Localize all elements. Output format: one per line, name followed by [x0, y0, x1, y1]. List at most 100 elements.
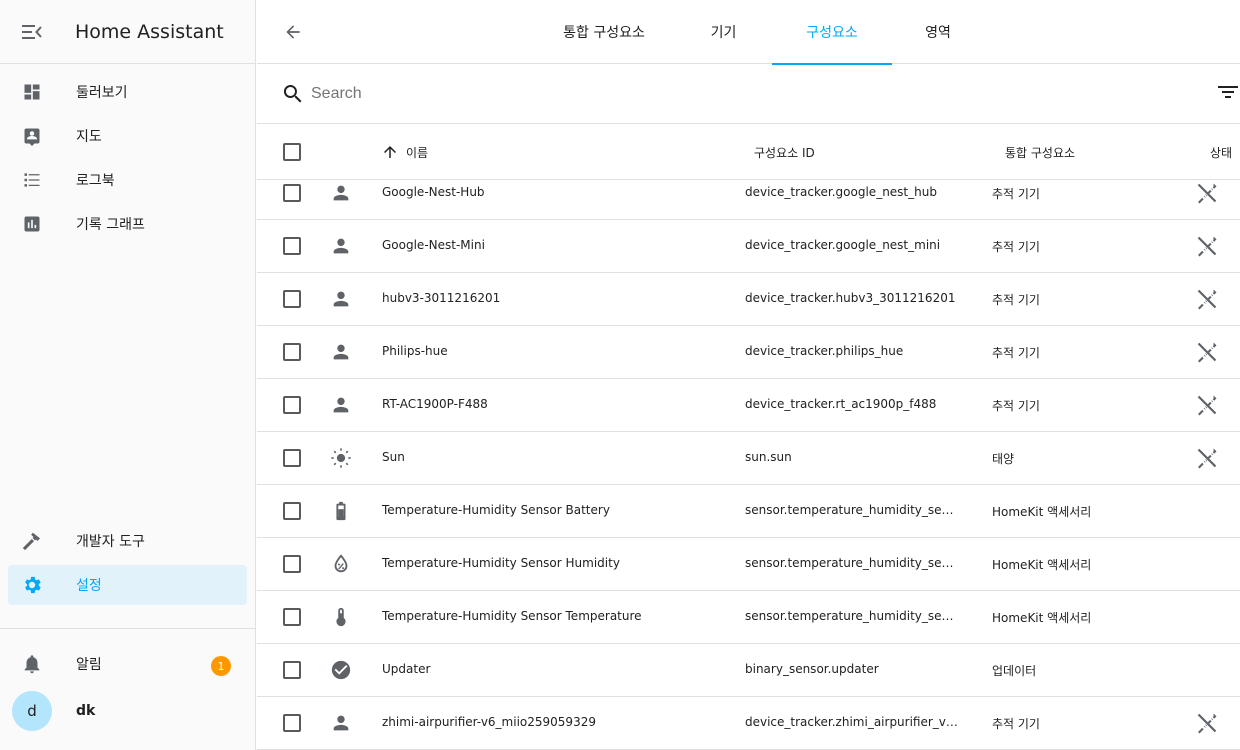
entity-id: sensor.temperature_humidity_senso… — [745, 556, 961, 570]
tab-areas[interactable]: 영역 — [892, 0, 984, 64]
unavailable-icon — [1197, 236, 1217, 257]
avatar: d — [12, 691, 52, 731]
sidebar-item-map[interactable]: 지도 — [8, 116, 247, 156]
filter-icon[interactable] — [1218, 84, 1238, 100]
entity-id: sensor.temperature_humidity_senso… — [745, 503, 961, 517]
row-checkbox[interactable] — [283, 343, 301, 361]
tab-devices[interactable]: 기기 — [675, 0, 772, 64]
entity-name: RT-AC1900P-F488 — [382, 397, 488, 411]
entity-icon — [329, 552, 353, 576]
sidebar-item-label: 로그북 — [76, 173, 115, 189]
arrow-left-icon — [286, 25, 300, 39]
entity-icon — [329, 446, 353, 470]
row-checkbox[interactable] — [283, 396, 301, 414]
select-all-checkbox[interactable] — [283, 143, 301, 161]
sidebar-item-label: 알림 — [76, 657, 102, 673]
table-row[interactable]: Google-Nest-Hub device_tracker.google_nes… — [257, 181, 1240, 220]
sidebar-item-settings[interactable]: 설정 — [8, 565, 247, 605]
map-account-icon — [24, 128, 40, 146]
sidebar-item-label: 설정 — [76, 578, 102, 594]
table-row[interactable]: Temperature-Humidity Sensor Battery senso… — [257, 485, 1240, 538]
sidebar-item-notifications[interactable]: 알림 1 — [8, 644, 247, 684]
table-row[interactable]: Google-Nest-Mini device_tracker.google_ne… — [257, 220, 1240, 273]
entity-id: device_tracker.zhimi_airpurifier_v6_… — [745, 715, 961, 729]
table-row[interactable]: Philips-hue device_tracker.philips_hue 추적 … — [257, 326, 1240, 379]
bell-icon — [24, 655, 40, 674]
search-input[interactable] — [311, 82, 1011, 106]
column-header-status[interactable]: 상태 — [1210, 144, 1232, 161]
entity-integration: 업데이터 — [992, 664, 1037, 678]
entity-icon — [329, 605, 353, 629]
unavailable-icon — [1197, 342, 1217, 363]
entity-name: Updater — [382, 662, 431, 676]
table-row[interactable]: Sun sun.sun 태양 — [257, 432, 1240, 485]
entity-integration: 추적 기기 — [992, 717, 1040, 731]
column-header-name[interactable]: 이름 — [406, 144, 428, 161]
search-bar — [257, 64, 1240, 124]
status-indicator — [1195, 287, 1219, 311]
table-body: Google-Nest-Hub device_tracker.google_nes… — [257, 181, 1240, 750]
sidebar-header: Home Assistant — [0, 0, 255, 64]
entity-name: Philips-hue — [382, 344, 448, 358]
unavailable-icon — [1197, 713, 1217, 734]
entity-name: Temperature-Humidity Sensor Temperature — [382, 609, 642, 623]
entity-name: Google-Nest-Hub — [382, 185, 485, 199]
table-rows: Google-Nest-Hub device_tracker.google_nes… — [257, 181, 1240, 750]
account-icon — [333, 238, 349, 254]
column-header-entity-id[interactable]: 구성요소 ID — [754, 144, 815, 161]
tab-entities[interactable]: 구성요소 — [772, 0, 892, 65]
row-checkbox[interactable] — [283, 502, 301, 520]
menu-toggle-button[interactable] — [0, 0, 64, 64]
entity-id: sun.sun — [745, 450, 792, 464]
entity-name: Sun — [382, 450, 405, 464]
entity-integration: 추적 기기 — [992, 399, 1040, 413]
entity-id: device_tracker.philips_hue — [745, 344, 904, 358]
sidebar-item-developer-tools[interactable]: 개발자 도구 — [8, 521, 247, 561]
sidebar-user[interactable]: d dk — [12, 691, 95, 731]
row-checkbox[interactable] — [283, 714, 301, 732]
entity-icon — [329, 393, 353, 417]
sort-ascending-icon[interactable] — [381, 143, 399, 161]
table-row[interactable]: hubv3-3011216201 device_tracker.hubv3_301… — [257, 273, 1240, 326]
account-icon — [333, 344, 349, 360]
account-icon — [333, 397, 349, 413]
hammer-icon — [22, 532, 41, 551]
unavailable-icon — [1197, 183, 1217, 204]
history-chart-icon — [24, 216, 40, 232]
entity-icon — [329, 234, 353, 258]
sidebar-item-history[interactable]: 기록 그래프 — [8, 204, 247, 244]
table-row[interactable]: Temperature-Humidity Sensor Temperature s… — [257, 591, 1240, 644]
table-row[interactable]: Updater binary_sensor.updater 업데이터 — [257, 644, 1240, 697]
table-row[interactable]: zhimi-airpurifier-v6_miio259059329 device… — [257, 697, 1240, 750]
row-checkbox[interactable] — [283, 608, 301, 626]
account-icon — [333, 715, 349, 731]
user-name: dk — [76, 703, 96, 719]
entity-integration: HomeKit 액세서리 — [992, 558, 1092, 572]
row-checkbox[interactable] — [283, 184, 301, 202]
back-button[interactable] — [277, 16, 309, 48]
water-percent-icon — [334, 554, 348, 573]
row-checkbox[interactable] — [283, 449, 301, 467]
battery-icon — [336, 501, 346, 521]
sidebar-item-logbook[interactable]: 로그북 — [8, 160, 247, 200]
status-indicator — [1195, 181, 1219, 205]
status-indicator — [1195, 711, 1219, 735]
entity-icon — [329, 287, 353, 311]
entity-icon — [329, 711, 353, 735]
tab-integrations[interactable]: 통합 구성요소 — [533, 0, 675, 64]
column-header-integration[interactable]: 통합 구성요소 — [1005, 144, 1075, 161]
account-icon — [333, 291, 349, 307]
entity-id: device_tracker.google_nest_mini — [745, 238, 941, 252]
table-row[interactable]: Temperature-Humidity Sensor Humidity sens… — [257, 538, 1240, 591]
row-checkbox[interactable] — [283, 237, 301, 255]
row-checkbox[interactable] — [283, 290, 301, 308]
entity-integration: 태양 — [992, 452, 1015, 466]
sidebar-item-label: 개발자 도구 — [76, 534, 145, 550]
notification-count-badge: 1 — [211, 656, 231, 676]
table-row[interactable]: RT-AC1900P-F488 device_tracker.rt_ac1900p… — [257, 379, 1240, 432]
row-checkbox[interactable] — [283, 661, 301, 679]
row-checkbox[interactable] — [283, 555, 301, 573]
search-icon — [283, 85, 302, 103]
check-circle-icon — [331, 660, 351, 680]
sidebar-item-overview[interactable]: 둘러보기 — [8, 72, 247, 112]
